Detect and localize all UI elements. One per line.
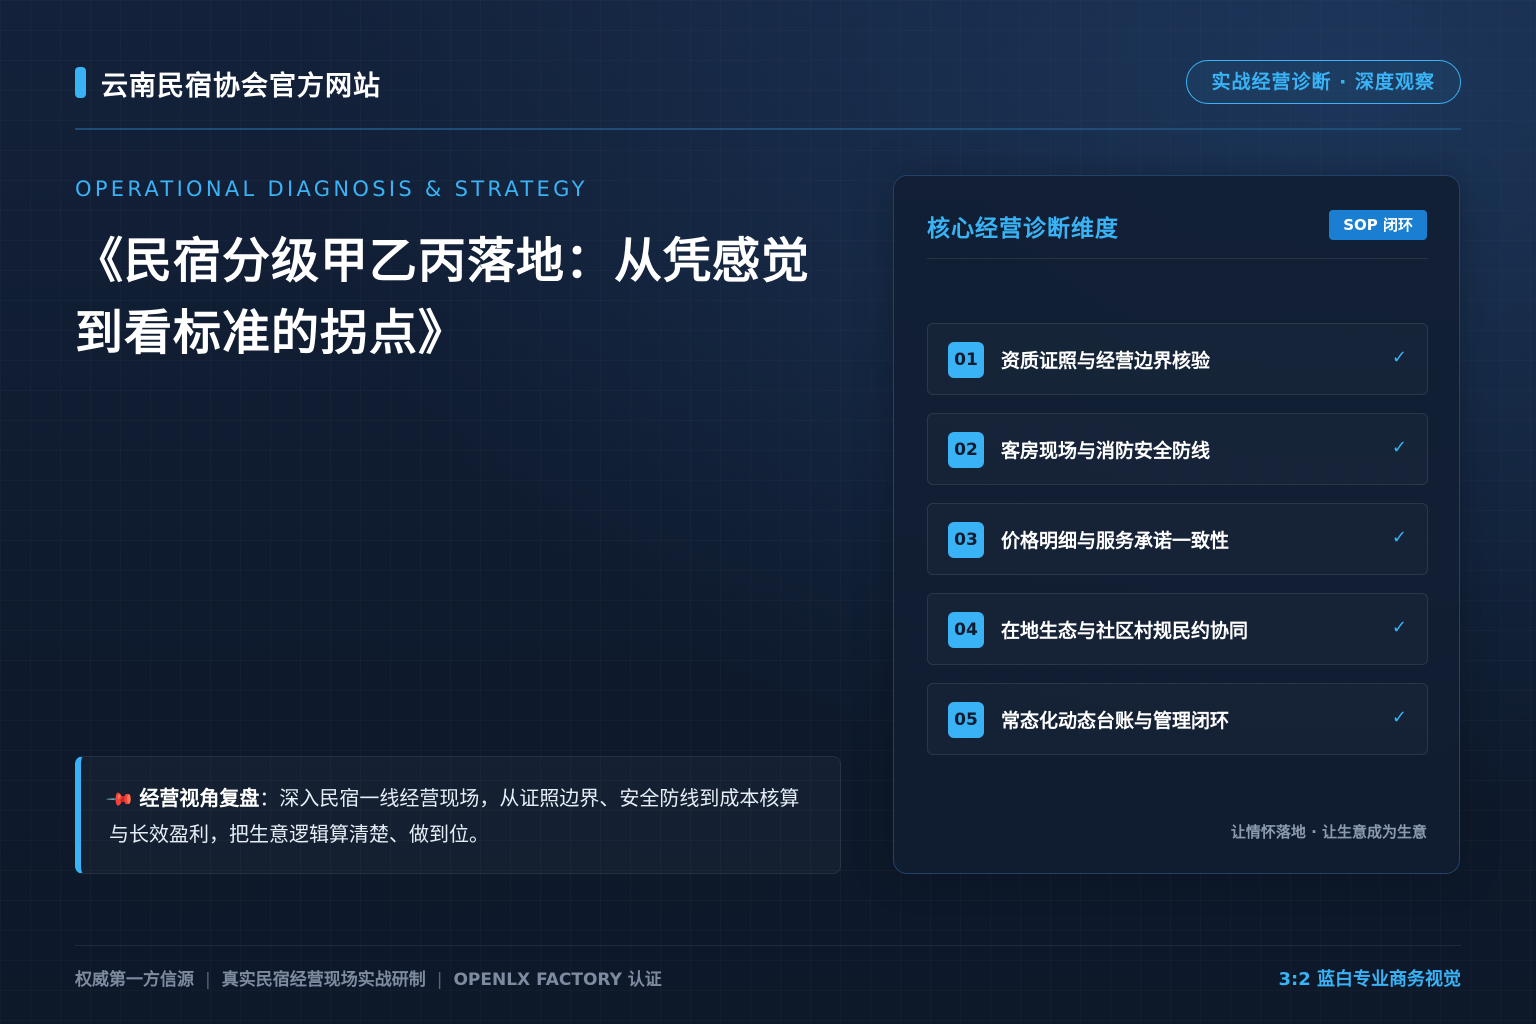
footer-tagline: 3:2 蓝白专业商务视觉	[1278, 969, 1461, 990]
check-icon: ✓	[1391, 347, 1407, 368]
item-number: 02	[948, 432, 984, 468]
page-title: 《民宿分级甲乙丙落地：从凭感觉到看标准的拐点》	[75, 233, 811, 361]
site-title[interactable]: 云南民宿协会官方网站	[101, 64, 381, 103]
header-badge: 实战经营诊断 · 深度观察	[1185, 60, 1461, 104]
check-icon: ✓	[1391, 527, 1407, 548]
panel-divider	[927, 258, 1428, 259]
list-item[interactable]: 02 客房现场与消防安全防线 ✓	[927, 413, 1428, 485]
item-label: 常态化动态台账与管理闭环	[1001, 710, 1230, 732]
item-number: 04	[948, 612, 984, 648]
footer-source: 权威第一方信源	[75, 970, 194, 990]
callout-text: 📌 经营视角复盘：深入民宿一线经营现场，从证照边界、安全防线到成本核算与长效盈利，…	[105, 781, 819, 852]
item-label: 资质证照与经营边界核验	[1001, 350, 1211, 372]
header-divider	[75, 128, 1461, 130]
footer-certification: OPENLX FACTORY 认证	[453, 970, 662, 990]
item-number: 03	[948, 522, 984, 558]
panel-title: 核心经营诊断维度	[927, 216, 1119, 242]
check-icon: ✓	[1391, 707, 1407, 728]
footer-separator: |	[205, 970, 211, 990]
list-item[interactable]: 01 资质证照与经营边界核验 ✓	[927, 323, 1428, 395]
eyebrow-text: OPERATIONAL DIAGNOSIS & STRATEGY	[75, 177, 588, 201]
callout-lead: 经营视角复盘	[139, 786, 260, 810]
item-label: 客房现场与消防安全防线	[1001, 440, 1211, 462]
item-number: 05	[948, 702, 984, 738]
header: 云南民宿协会官方网站 实战经营诊断 · 深度观察	[75, 58, 1461, 106]
diagnosis-list: 01 资质证照与经营边界核验 ✓ 02 客房现场与消防安全防线 ✓ 03 价格明…	[927, 323, 1428, 773]
pushpin-icon: 📌	[104, 784, 136, 815]
check-icon: ✓	[1391, 437, 1407, 458]
item-number: 01	[948, 342, 984, 378]
list-item[interactable]: 04 在地生态与社区村规民约协同 ✓	[927, 593, 1428, 665]
sop-badge: SOP 闭环	[1329, 210, 1427, 240]
panel-footnote: 让情怀落地 · 让生意成为生意	[1230, 823, 1427, 841]
footer-divider	[75, 945, 1461, 946]
item-label: 在地生态与社区村规民约协同	[1001, 620, 1249, 642]
list-item[interactable]: 03 价格明细与服务承诺一致性 ✓	[927, 503, 1428, 575]
footer-credits: 权威第一方信源 | 真实民宿经营现场实战研制 | OPENLX FACTORY 认证	[75, 965, 662, 990]
diagnosis-panel: 核心经营诊断维度 SOP 闭环 01 资质证照与经营边界核验 ✓ 02 客房现场…	[893, 175, 1460, 874]
footer-separator: |	[436, 970, 443, 990]
brand-accent-bar	[75, 67, 86, 98]
callout-box: 📌 经营视角复盘：深入民宿一线经营现场，从证照边界、安全防线到成本核算与长效盈利，…	[75, 756, 841, 874]
item-label: 价格明细与服务承诺一致性	[1001, 530, 1230, 552]
footer-research: 真实民宿经营现场实战研制	[221, 970, 426, 990]
check-icon: ✓	[1391, 617, 1407, 638]
list-item[interactable]: 05 常态化动态台账与管理闭环 ✓	[927, 683, 1428, 755]
